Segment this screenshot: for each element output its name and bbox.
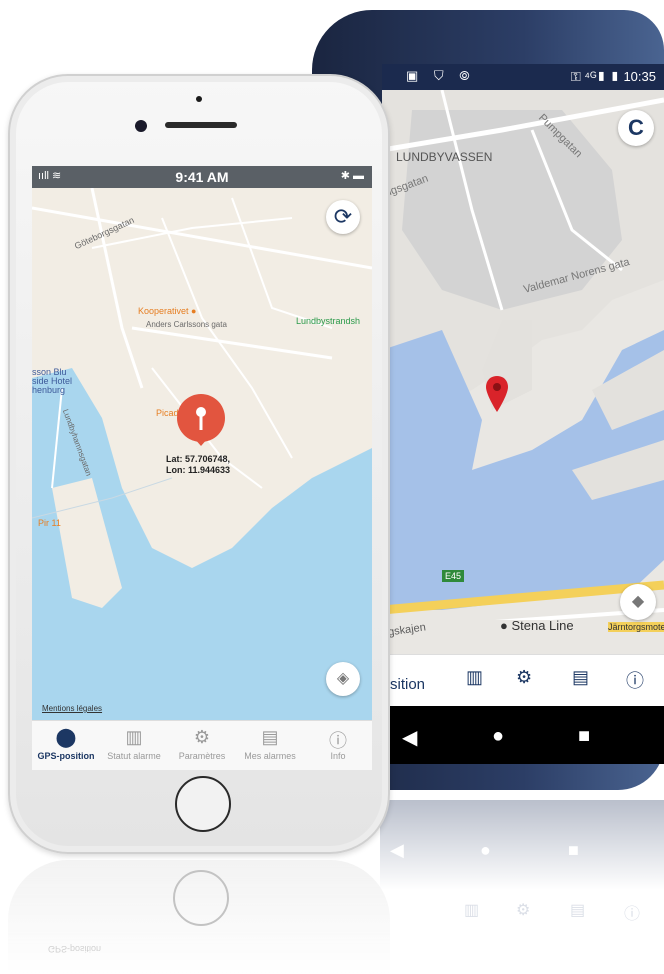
- iphone-battery-icons: ✱ ▬: [340, 170, 364, 182]
- android-map-pin-icon[interactable]: [486, 376, 508, 412]
- iphone-label-pier: Pir 11: [38, 518, 61, 528]
- iphone-refresh-button[interactable]: ⟳: [326, 200, 360, 234]
- android-label-road: E45: [442, 570, 465, 582]
- iphone-sensor-dot: [196, 96, 202, 102]
- iphone-home-button[interactable]: [175, 776, 231, 832]
- android-reflection-info-icon: ⓘ: [624, 906, 641, 923]
- android-reflection-recent-icon: ■: [568, 840, 579, 860]
- android-tab-info-icon[interactable]: ⓘ: [626, 667, 644, 693]
- android-reflection-back-icon: ◀: [390, 840, 404, 860]
- tab-label: Paramètres: [178, 751, 226, 761]
- android-home-icon[interactable]: ●: [492, 725, 504, 748]
- android-tab-gps-label[interactable]: sition: [390, 676, 425, 693]
- android-tab-gear-icon[interactable]: ⚙: [516, 667, 532, 688]
- android-reflection-chart-icon: ▥: [464, 902, 480, 919]
- android-tab-alarms-icon[interactable]: ▤: [572, 667, 589, 688]
- android-label-street4: Järntorgsmotet: [608, 622, 664, 632]
- iphone-legal-link[interactable]: Mentions légales: [42, 704, 102, 713]
- android-status-right: ⚿ ⁴ᴳ▮ ▮ 10:35: [571, 69, 656, 85]
- android-reflection-gear-icon: ⚙: [516, 902, 531, 919]
- iphone-label-park: Lundbystrandsh: [296, 316, 361, 326]
- iphone-label-hotel: sson Blu side Hotel henburg: [32, 367, 73, 395]
- iphone-coordinates: Lat: 57.706748, Lon: 11.944633: [166, 454, 230, 476]
- android-layers-button[interactable]: ◆: [620, 584, 656, 620]
- android-reflection-alarms-icon: ▤: [570, 902, 586, 919]
- tab-info[interactable]: ⓘ Info: [304, 727, 372, 761]
- android-recent-icon[interactable]: ■: [578, 725, 590, 748]
- tab-label: Info: [330, 751, 346, 761]
- iphone-screen: 9:41 AM ııll ≋ ✱ ▬ Göteborgsgatan Kooper…: [32, 166, 372, 770]
- iphone-longitude: Lon: 11.944633: [166, 465, 231, 475]
- alarm-list-icon: ▤: [261, 727, 279, 747]
- iphone-speaker: [165, 122, 237, 128]
- android-nav-bar: ◀ ● ■: [382, 706, 664, 764]
- iphone-clock: 9:41 AM: [175, 169, 229, 185]
- tab-gps-position[interactable]: ⬤ GPS-position: [32, 727, 100, 761]
- iphone-tab-bar: ⬤ GPS-position ▥ Statut alarme ⚙ Paramèt…: [32, 720, 372, 770]
- android-tab-bar: sition ▥ ⚙ ▤ ⓘ: [382, 654, 664, 706]
- android-reflection-home-icon: ●: [480, 840, 491, 860]
- android-refresh-button[interactable]: C: [618, 110, 654, 146]
- iphone-reflection-tab-label: GPS-position: [48, 944, 102, 954]
- iphone-label-street2: Anders Carlssons gata: [146, 320, 227, 329]
- android-clock: 10:35: [623, 69, 656, 84]
- iphone-latitude: Lat: 57.706748,: [166, 454, 231, 464]
- info-icon: ⓘ: [329, 731, 347, 751]
- iphone: 9:41 AM ııll ≋ ✱ ▬ Göteborgsgatan Kooper…: [8, 74, 390, 854]
- chart-icon: ▥: [125, 727, 143, 747]
- tab-mes-alarmes[interactable]: ▤ Mes alarmes: [236, 727, 304, 761]
- location-pin-icon: ⬤: [55, 727, 77, 747]
- tab-label: Statut alarme: [107, 751, 161, 761]
- android-map[interactable]: LUNDBYVASSEN Pumpgatan Valdemar Norens g…: [382, 90, 664, 654]
- gear-icon: ⚙: [193, 727, 211, 747]
- android-label-district: LUNDBYVASSEN: [396, 150, 493, 164]
- iphone-signal-icons: ııll ≋: [38, 170, 62, 182]
- android-status-left-icons: ▣ ⛉ ⦾: [406, 68, 476, 83]
- tab-label: Mes alarmes: [244, 751, 296, 761]
- iphone-reflection: GPS-position: [8, 860, 390, 974]
- android-back-icon[interactable]: ◀: [402, 725, 417, 750]
- iphone-layers-button[interactable]: ◈: [326, 662, 360, 696]
- android-reflection-bar: [380, 800, 664, 890]
- android-reflection: ◀ ● ■ ▥ ⚙ ▤ ⓘ: [380, 800, 664, 974]
- iphone-map[interactable]: Göteborgsgatan Kooperativet ● Anders Car…: [32, 188, 372, 720]
- android-screen: ▣ ⛉ ⦾ ⚿ ⁴ᴳ▮ ▮ 10:35 LUNDBYVASSEN Pumpgat…: [382, 64, 664, 764]
- tab-parametres[interactable]: ⚙ Paramètres: [168, 727, 236, 761]
- android-label-place: ● Stena Line: [500, 618, 574, 633]
- iphone-label-shop: Kooperativet ●: [138, 306, 197, 316]
- iphone-status-bar: 9:41 AM ııll ≋ ✱ ▬: [32, 166, 372, 188]
- android-status-bar: ▣ ⛉ ⦾ ⚿ ⁴ᴳ▮ ▮ 10:35: [382, 64, 664, 90]
- iphone-camera: [135, 120, 147, 132]
- tab-label: GPS-position: [37, 751, 95, 761]
- android-tab-chart-icon[interactable]: ▥: [466, 667, 483, 688]
- android-signal-icons: ⚿ ⁴ᴳ▮ ▮: [570, 69, 620, 84]
- tab-statut-alarme[interactable]: ▥ Statut alarme: [100, 727, 168, 761]
- iphone-map-pin-icon[interactable]: [174, 394, 228, 448]
- iphone-reflection-home: [173, 870, 229, 926]
